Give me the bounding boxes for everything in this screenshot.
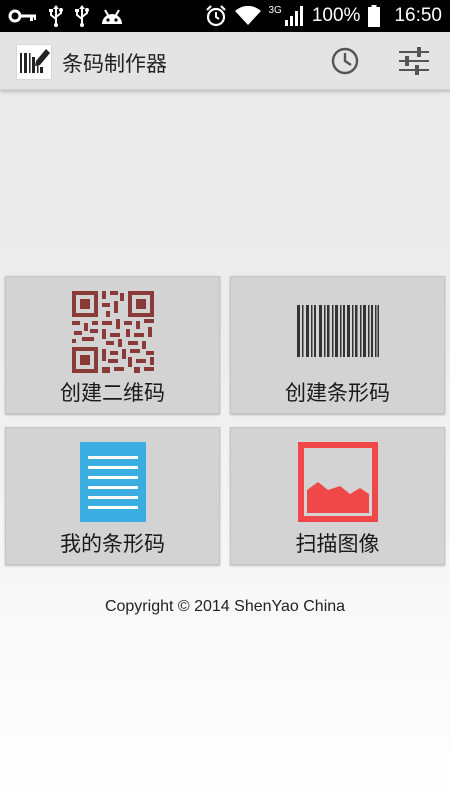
settings-sliders-icon bbox=[399, 47, 429, 75]
status-notifications bbox=[8, 5, 124, 27]
alarm-icon bbox=[205, 5, 226, 27]
clock-time: 16:50 bbox=[394, 5, 442, 26]
signal-icon bbox=[284, 6, 303, 26]
tile-label: 扫描图像 bbox=[295, 532, 380, 556]
status-bar: 3G 100% 16:50 bbox=[0, 0, 450, 32]
action-bar: 条码制作器 bbox=[0, 32, 450, 90]
tile-label: 我的条形码 bbox=[60, 532, 165, 556]
image-icon bbox=[297, 442, 378, 522]
settings-button[interactable] bbox=[397, 44, 431, 78]
key-icon bbox=[8, 9, 36, 23]
create-barcode-tile[interactable]: 创建条形码 bbox=[230, 276, 445, 414]
barcode-icon bbox=[296, 305, 379, 357]
document-list-icon bbox=[79, 442, 146, 522]
battery-icon bbox=[368, 5, 381, 27]
usb-icon bbox=[49, 5, 63, 27]
usb-debug-icon bbox=[75, 5, 89, 27]
wifi-icon bbox=[234, 6, 261, 25]
status-indicators: 3G 100% 16:50 bbox=[205, 4, 442, 27]
app-title: 条码制作器 bbox=[62, 52, 167, 76]
tile-label: 创建条形码 bbox=[285, 381, 390, 405]
barcode-pen-logo-icon bbox=[16, 44, 52, 80]
battery-percent: 100% bbox=[311, 5, 361, 26]
tile-label: 创建二维码 bbox=[60, 381, 165, 405]
network-type: 3G bbox=[268, 4, 282, 16]
android-icon bbox=[102, 9, 122, 24]
my-barcodes-tile[interactable]: 我的条形码 bbox=[5, 427, 220, 565]
qr-code-icon bbox=[71, 291, 154, 373]
scan-image-tile[interactable]: 扫描图像 bbox=[230, 427, 445, 565]
create-qr-code-tile[interactable]: 创建二维码 bbox=[5, 276, 220, 414]
history-clock-icon bbox=[331, 47, 359, 75]
history-button[interactable] bbox=[328, 44, 362, 78]
copyright-text: Copyright © 2014 ShenYao China bbox=[104, 598, 346, 615]
